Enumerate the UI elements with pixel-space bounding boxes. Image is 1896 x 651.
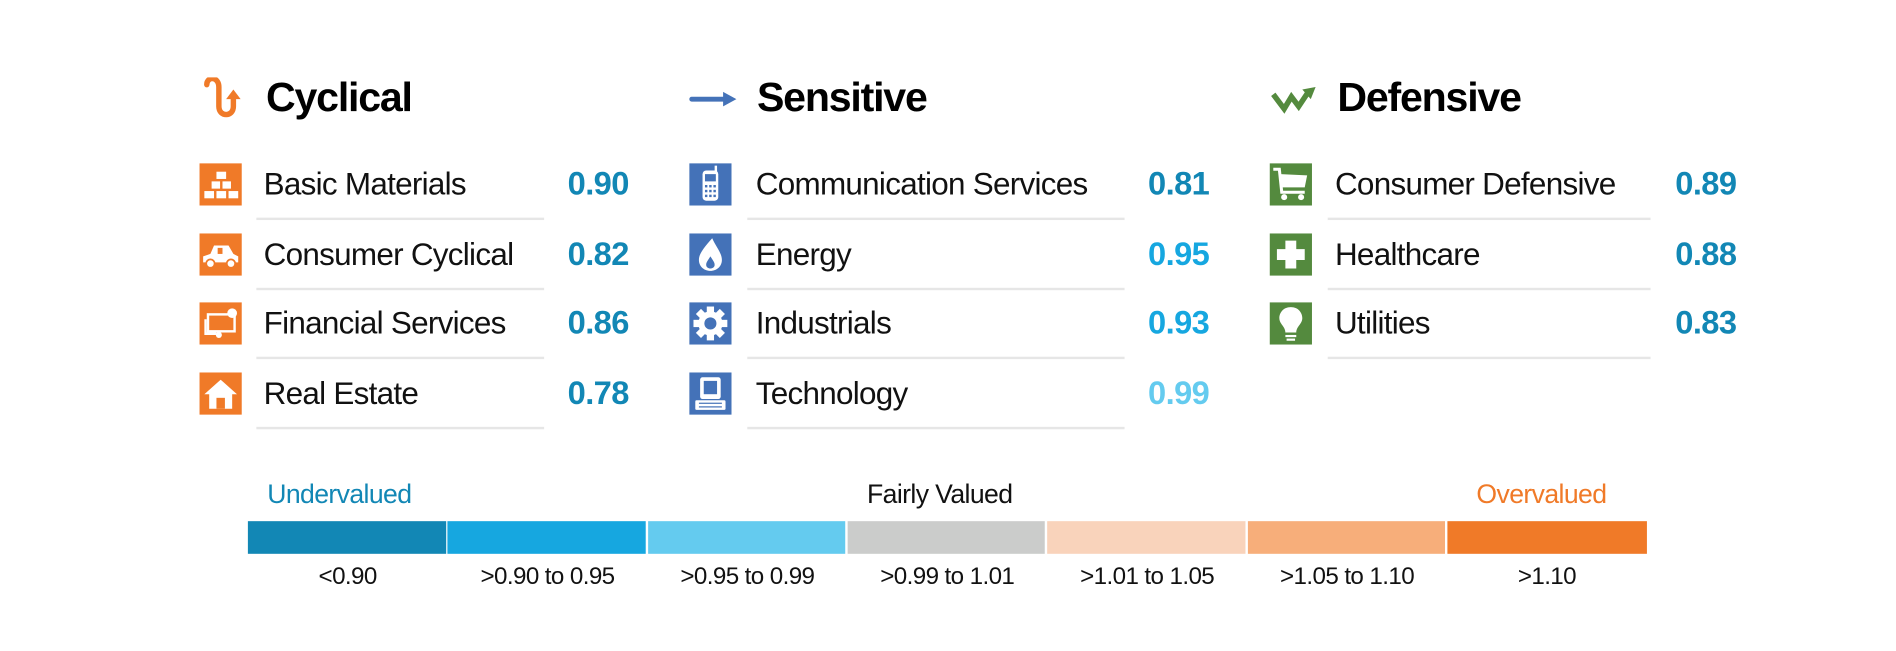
sector-name: Basic Materials [263,165,467,202]
zigzag-up-arrow-icon [1270,77,1318,121]
row-divider [747,287,1125,291]
sector-name: Consumer Defensive [1334,165,1616,202]
row-divider [256,217,545,221]
legend-segment [247,521,446,554]
sector-name: Financial Services [263,304,507,341]
sector-value: 0.95 [1148,235,1210,273]
house-icon [199,372,242,415]
lightbulb-icon [1269,302,1312,345]
sector-name: Real Estate [263,374,419,412]
cart-icon [1269,163,1312,206]
group-title: Sensitive [756,74,928,121]
computer-icon [689,372,732,415]
row-divider [256,426,545,430]
legend-segment [1047,521,1246,554]
legend-segment [847,521,1046,554]
legend-range-label: <0.90 [318,563,378,591]
car-icon [199,233,242,276]
flame-icon [689,233,732,276]
legend-segment [1447,521,1647,554]
sector-name: Communication Services [755,165,1088,202]
sector-value: 0.78 [567,374,630,412]
sector-name: Industrials [755,304,892,341]
group-title: Defensive [1337,74,1522,121]
legend-range-label: >0.95 to 0.99 [680,563,815,591]
undervalued-label: Undervalued [267,478,412,510]
row-divider [747,426,1125,430]
fairly-valued-label: Fairly Valued [866,478,1013,510]
valuation-chart: Cyclical Basic Materials 0.90 Consumer Cycl… [0,0,1896,651]
legend-range-label: >0.99 to 1.01 [880,563,1015,591]
sector-value: 0.82 [567,235,630,273]
sector-name: Technology [755,374,909,412]
legend-segment [647,521,846,554]
cyclical-arrow-icon [200,75,248,121]
legend-range-label: >1.05 to 1.10 [1280,563,1415,591]
gear-icon [689,302,732,345]
sector-name: Energy [755,235,852,273]
gold-bars-icon [199,163,242,206]
sector-value: 0.88 [1675,235,1737,273]
sector-name: Healthcare [1334,235,1481,273]
row-divider [747,217,1125,221]
group-title: Cyclical [266,74,413,121]
sector-value: 0.89 [1675,165,1737,202]
row-divider [1327,287,1651,291]
phone-icon [689,163,732,206]
sector-value: 0.81 [1148,165,1210,202]
sector-value: 0.83 [1675,304,1737,341]
sector-name: Consumer Cyclical [263,235,514,273]
sector-value: 0.86 [567,304,630,341]
sector-value: 0.93 [1148,304,1210,341]
right-arrow-icon [689,77,737,121]
legend-segment [447,521,646,554]
legend-range-label: >1.10 [1517,563,1577,591]
row-divider [256,356,545,360]
sector-name: Utilities [1334,304,1431,341]
legend-range-label: >0.90 to 0.95 [480,563,616,591]
legend-segment [1247,521,1445,554]
row-divider [1327,356,1651,360]
row-divider [747,356,1125,360]
row-divider [256,287,545,291]
row-divider [1327,217,1651,221]
sector-value: 0.90 [567,165,630,202]
cross-icon [1269,233,1312,276]
legend-range-label: >1.01 to 1.05 [1080,563,1215,591]
sector-value: 0.99 [1148,374,1210,412]
money-icon [199,302,242,345]
overvalued-label: Overvalued [1476,478,1607,510]
